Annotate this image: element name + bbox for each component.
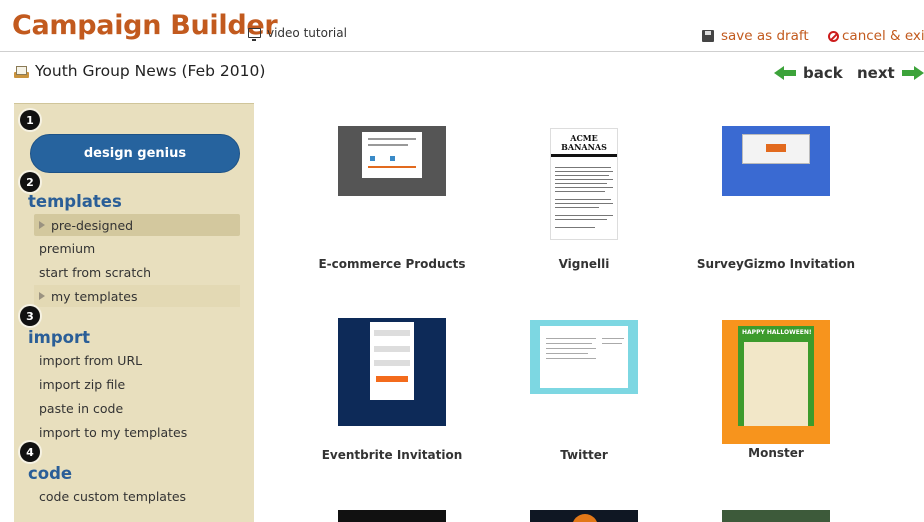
header: Campaign Builder video tutorial save as … [0,0,924,52]
template-name: Twitter [560,448,608,462]
template-thumbnail [338,126,446,196]
template-card-e-commerce-products[interactable]: E-commerce Products [302,126,482,276]
import-title: import [28,328,91,347]
template-name: Eventbrite Invitation [321,448,463,462]
template-card-vignelli[interactable]: ACME BANANAS Vignelli [494,126,674,276]
sidebar-item-start-from-scratch[interactable]: start from scratch [39,261,151,283]
template-thumbnail [722,126,830,196]
template-thumbnail [530,320,638,394]
template-name: Monster [748,446,804,460]
sidebar: 1 design genius 2 templates pre-designed… [14,103,254,522]
sidebar-item-pre-designed[interactable]: pre-designed [34,214,240,236]
arrow-left-icon [774,66,796,80]
template-card-monster[interactable]: HAPPY HALLOWEEN! Monster [686,318,866,468]
sidebar-item-import-from-url[interactable]: import from URL [39,349,142,371]
cancel-exit-label: cancel & exit [842,28,924,44]
template-card-surveygizmo-invitation[interactable]: SurveyGizmo Invitation [686,126,866,276]
code-title: code [28,464,73,483]
design-genius-button[interactable]: design genius [30,134,240,173]
step-badge: 2 [20,172,40,192]
newsletter-icon [14,65,29,78]
triangle-right-icon [39,292,45,300]
triangle-right-icon [39,221,45,229]
step-badge: 1 [20,110,40,130]
back-button[interactable]: back [774,64,843,82]
next-label: next [857,64,895,82]
save-as-draft-button[interactable]: save as draft [702,28,809,44]
template-thumbnail: ACME BANANAS [550,128,618,240]
sidebar-item-label: pre-designed [51,217,134,233]
template-thumbnail [338,318,446,426]
template-name: Vignelli [558,257,610,271]
video-tutorial-label: video tutorial [267,26,347,40]
template-name: SurveyGizmo Invitation [696,257,856,271]
step-badge: 4 [20,442,40,462]
vignelli-brand-text: ACME BANANAS [551,129,617,157]
sidebar-item-paste-in-code[interactable]: paste in code [39,397,123,419]
campaign-name-label: Youth Group News (Feb 2010) [35,62,266,80]
sidebar-item-code-custom-templates[interactable]: code custom templates [39,485,186,507]
sidebar-item-import-to-my-templates[interactable]: import to my templates [39,421,187,443]
template-card-eventbrite-invitation[interactable]: Eventbrite Invitation [302,318,482,468]
templates-title: templates [28,192,122,211]
template-thumbnail: HAPPY HALLOWEEN! [722,320,830,444]
sidebar-item-label: my templates [51,288,138,304]
campaign-name: Youth Group News (Feb 2010) [14,62,265,80]
sidebar-item-import-zip-file[interactable]: import zip file [39,373,125,395]
floppy-disk-icon [702,30,714,42]
arrow-right-icon [901,66,924,80]
monster-banner-text: HAPPY HALLOWEEN! [742,329,812,336]
app-title: Campaign Builder [12,10,278,41]
cancel-exit-button[interactable]: cancel & exit [828,28,924,44]
cancel-icon [828,30,839,42]
video-tutorial-link[interactable]: video tutorial [248,26,347,41]
sidebar-item-premium[interactable]: premium [39,237,95,259]
template-thumbnail[interactable] [722,510,830,522]
template-name: E-commerce Products [318,257,466,271]
template-thumbnail[interactable] [338,510,446,522]
step-badge: 3 [20,306,40,326]
template-thumbnail[interactable] [530,510,638,522]
sidebar-item-my-templates[interactable]: my templates [34,285,240,307]
next-button[interactable]: next [857,64,924,82]
save-as-draft-label: save as draft [721,28,809,44]
monitor-icon [248,28,261,41]
back-label: back [803,64,843,82]
template-card-twitter[interactable]: Twitter [494,318,674,468]
